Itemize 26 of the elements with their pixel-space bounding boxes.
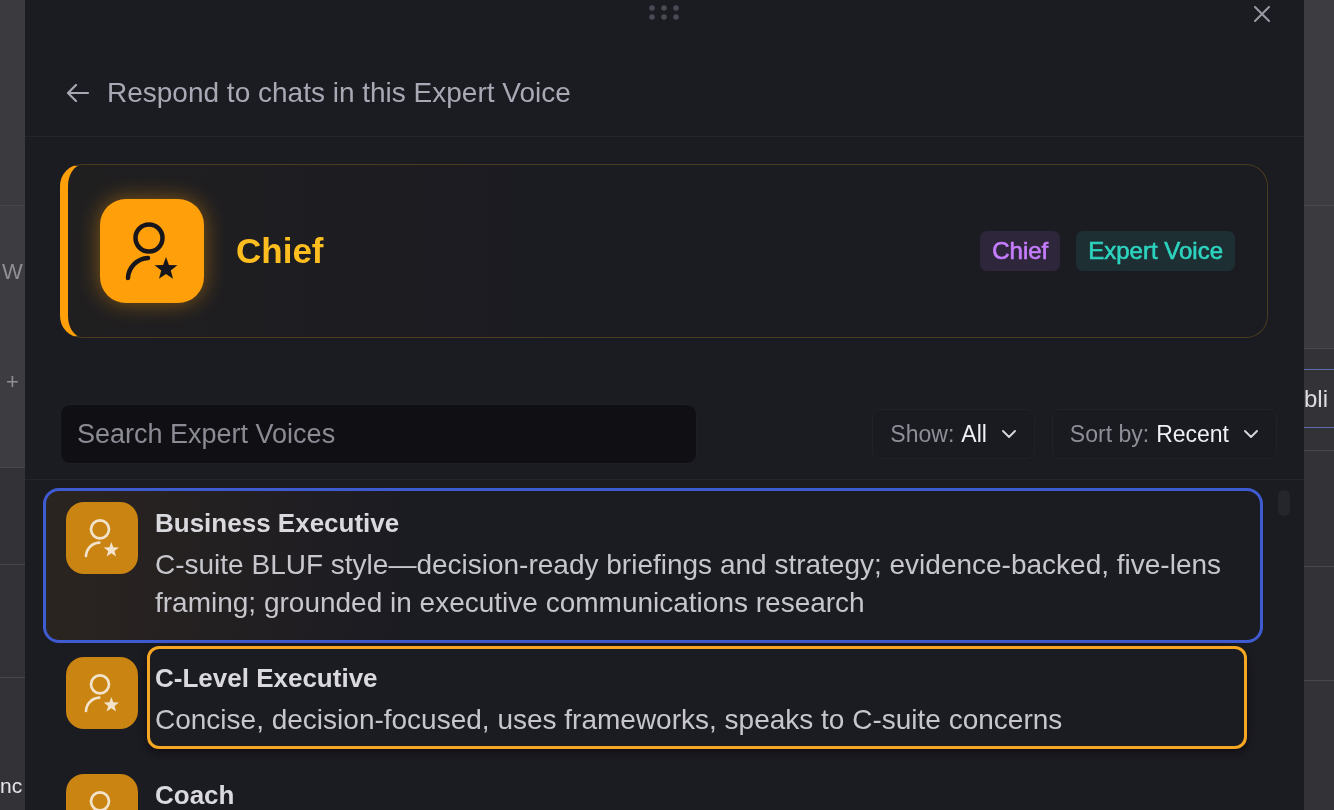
search-field[interactable]: Search Expert Voices bbox=[60, 404, 697, 464]
voice-item[interactable]: C-Level Executive Concise, decision-focused, uses frameworks, speaks to C-suite concerns bbox=[43, 643, 1263, 760]
close-button[interactable] bbox=[1252, 4, 1272, 24]
voice-description: Concise, decision-focused, uses frameworks, speaks to C-suite concerns bbox=[155, 703, 1064, 737]
filter-dropdown[interactable]: Show: All bbox=[872, 409, 1035, 459]
chevron-down-icon bbox=[1244, 430, 1258, 438]
back-button[interactable] bbox=[66, 83, 90, 102]
background-text: + bbox=[6, 368, 19, 396]
filter-dropdown[interactable]: Sort by: Recent bbox=[1051, 409, 1277, 459]
chevron-down-icon bbox=[1001, 430, 1016, 438]
voice-description: C-suite BLUF style—decision-ready briefings and strategy; evidence-backed, five-lens framing; grounded in executive communications research bbox=[155, 548, 1223, 620]
background-text: bli bbox=[1304, 384, 1328, 413]
background-text: nc bbox=[0, 773, 23, 799]
voice-item[interactable]: Coach bbox=[43, 760, 1263, 810]
voice-name: Chief bbox=[236, 231, 325, 271]
tag: Chief bbox=[980, 231, 1061, 271]
drag-handle-icon[interactable] bbox=[649, 5, 679, 20]
close-icon bbox=[1254, 6, 1270, 22]
voice-title: Coach bbox=[155, 779, 236, 810]
dialog-title: Respond to chats in this Expert Voice bbox=[107, 75, 571, 110]
background-text: W bbox=[2, 258, 23, 286]
voice-item[interactable]: Business Executive C-suite BLUF style—decision-ready briefings and strategy; evidence-backed, five-lens framing; grounded in executive communications research bbox=[43, 488, 1263, 643]
back-arrow-icon bbox=[66, 83, 90, 102]
voice-title: Business Executive bbox=[155, 507, 401, 539]
tag: Expert Voice bbox=[1076, 231, 1235, 271]
voice-title: C-Level Executive bbox=[155, 662, 379, 694]
